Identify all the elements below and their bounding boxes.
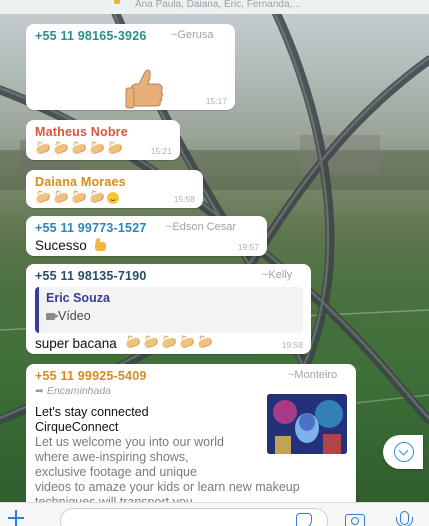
- link-preview-image[interactable]: [267, 394, 347, 454]
- video-camera-icon: [46, 313, 59, 320]
- quoted-message[interactable]: Eric Souza Vídeo: [35, 287, 303, 333]
- message-input-bar: [0, 502, 429, 526]
- quoted-type: Vídeo: [58, 309, 91, 323]
- scroll-to-bottom-button[interactable]: [383, 435, 423, 469]
- thumbs-up-icon: [91, 238, 107, 252]
- message-sender-alias: ~Kelly: [262, 269, 293, 281]
- chat-header-strip[interactable]: Ana Paula, Daiana, Eric, Fernanda,...: [0, 0, 429, 14]
- message-sender-alias: ~Monteiro: [288, 369, 338, 381]
- message-sender: Daiana Moraes: [35, 175, 126, 189]
- camera-icon[interactable]: [345, 514, 365, 526]
- thumbs-up-sticker-icon: [125, 69, 163, 109]
- message-bubble[interactable]: Matheus Nobre 15:21: [26, 120, 180, 160]
- message-text: super bacana: [35, 336, 117, 351]
- message-sender-alias: ~Edson Cesar: [166, 221, 237, 233]
- forwarded-label: Encaminhada: [46, 385, 112, 397]
- message-bubble[interactable]: +55 11 98165-3926 ~Gerusa 15:17: [26, 24, 235, 110]
- clapping-hands-icon: [125, 335, 215, 352]
- sticker-icon[interactable]: [296, 513, 312, 526]
- microphone-icon[interactable]: [396, 511, 413, 526]
- message-input[interactable]: [60, 508, 328, 526]
- group-members: Ana Paula, Daiana, Eric, Fernanda,...: [135, 0, 301, 10]
- message-bubble[interactable]: +55 11 99925-5409 ~Monteiro ➦ Encaminhada…: [26, 364, 356, 509]
- plus-icon[interactable]: [8, 510, 24, 526]
- message-time: 15:21: [150, 146, 172, 156]
- message-time: 15:17: [205, 96, 227, 106]
- message-sender: Matheus Nobre: [35, 125, 128, 139]
- message-time: 19:57: [237, 242, 259, 252]
- message-time: 15:58: [173, 194, 195, 204]
- message-sender-alias: ~Gerusa: [171, 29, 214, 41]
- quoted-sender: Eric Souza: [46, 291, 110, 305]
- clapping-hands-icon: [35, 190, 195, 208]
- chevron-down-icon: [394, 442, 414, 462]
- message-time: 19:58: [281, 340, 303, 350]
- forward-arrow-icon: ➦: [35, 385, 44, 397]
- smile-emoji-icon: [107, 192, 119, 204]
- group-avatar-icon: [114, 0, 120, 4]
- message-bubble[interactable]: +55 11 99773-1527 ~Edson Cesar Sucesso 1…: [26, 216, 267, 256]
- message-bubble[interactable]: +55 11 98135-7190 ~Kelly Eric Souza Víde…: [26, 264, 311, 354]
- message-text: Sucesso: [35, 238, 87, 253]
- message-bubble[interactable]: Daiana Moraes 15:58: [26, 170, 203, 208]
